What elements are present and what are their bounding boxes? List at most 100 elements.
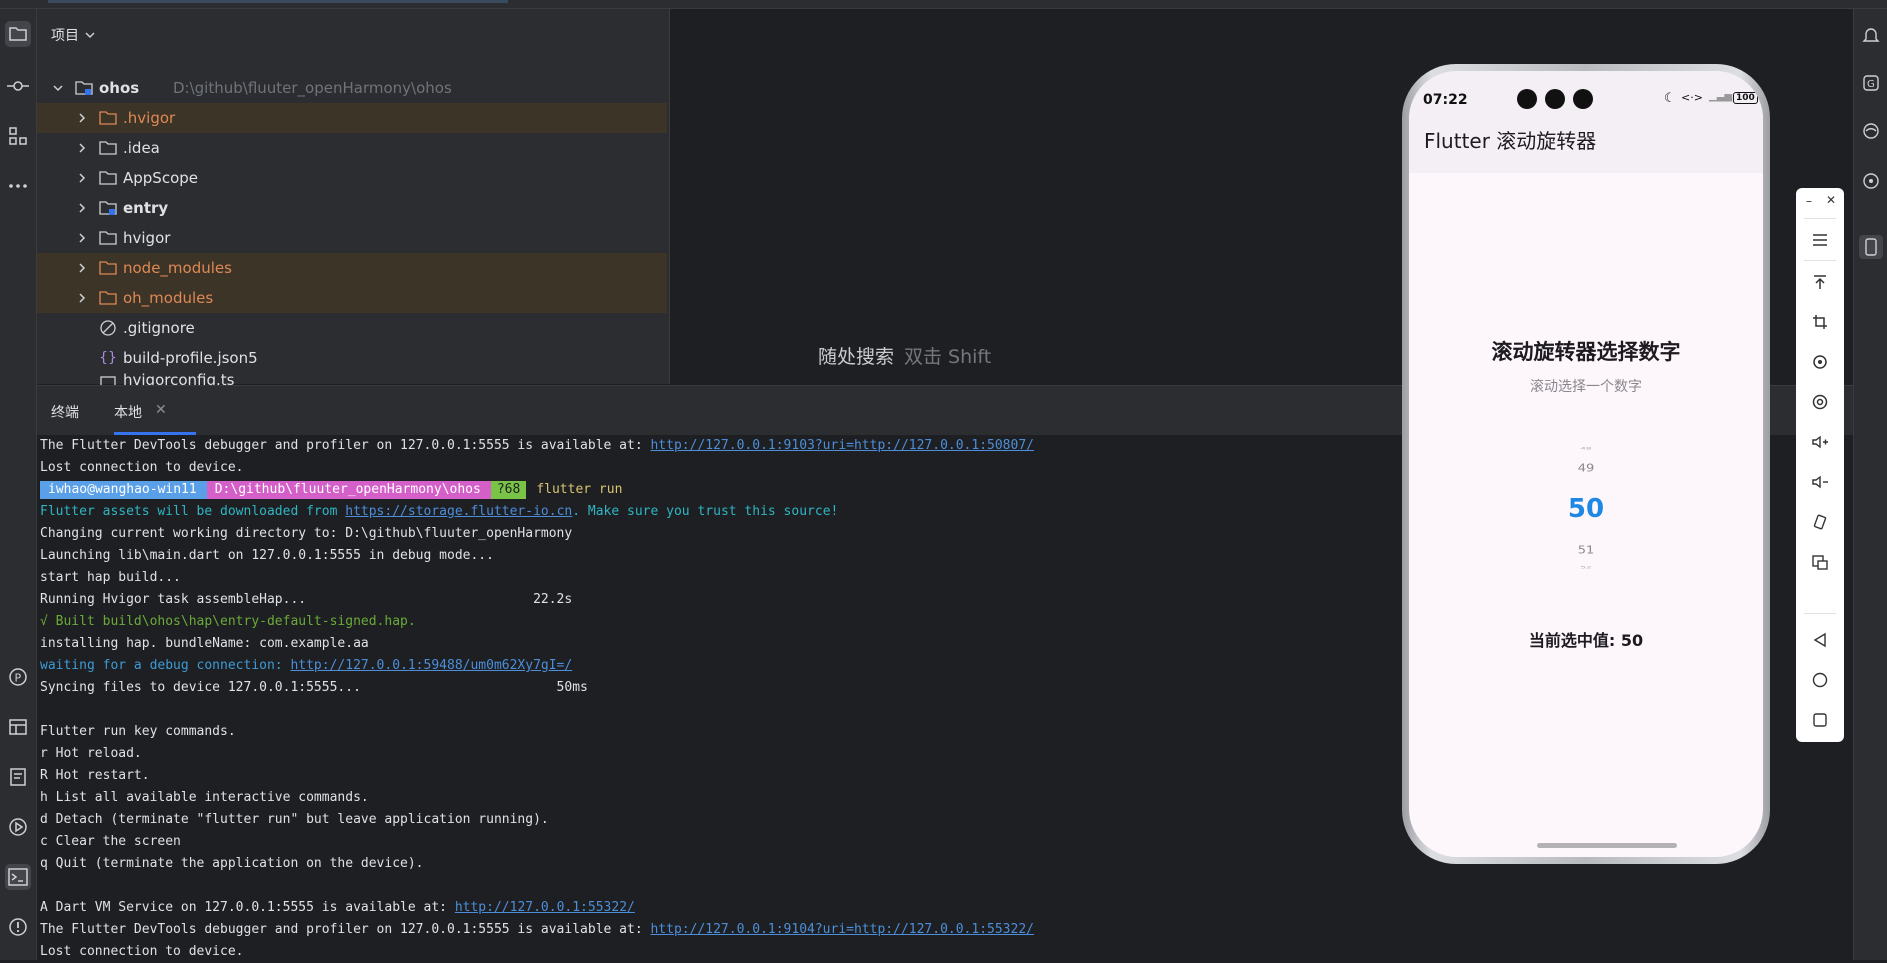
prompt-command: flutter run	[536, 482, 623, 497]
device-manager-icon[interactable]	[1859, 169, 1883, 193]
debug-connection-link[interactable]: http://127.0.0.1:59488/um0m62Xy7gI=/	[290, 658, 572, 673]
title-bar	[0, 0, 1887, 9]
screenshot-icon[interactable]	[1808, 550, 1832, 574]
tree-item-folder[interactable]: hvigor	[37, 223, 667, 253]
terminal-line: A Dart VM Service on 127.0.0.1:5555 is a…	[40, 900, 635, 915]
rotate-icon[interactable]	[1808, 350, 1832, 374]
back-icon[interactable]	[1808, 628, 1832, 652]
mirror-link[interactable]: https://storage.flutter-io.cn	[345, 504, 572, 519]
devtools-link[interactable]: http://127.0.0.1:9103?uri=http://127.0.0…	[650, 438, 1034, 453]
close-icon[interactable]: ✕	[1826, 193, 1836, 207]
search-hint-shortcut: 双击 Shift	[904, 346, 992, 368]
device-mirror-icon[interactable]	[1859, 235, 1883, 259]
signal-icon: ▁▃▅	[1709, 91, 1733, 102]
volume-down-icon[interactable]	[1808, 470, 1832, 494]
chevron-down-icon[interactable]	[51, 81, 65, 95]
tree-item-folder[interactable]: AppScope	[37, 163, 667, 193]
search-hint-label: 随处搜索	[818, 346, 895, 368]
prompt-user: iwhao@wanghao-win11	[40, 481, 207, 499]
volume-up-icon[interactable]	[1808, 430, 1832, 454]
tree-item-file[interactable]: {} build-profile.json5	[37, 343, 667, 373]
location-icon[interactable]	[1808, 390, 1832, 414]
ignore-file-icon	[99, 320, 117, 336]
ts-file-icon	[99, 375, 117, 385]
wheel-item[interactable]: 51	[1409, 545, 1763, 557]
recents-icon[interactable]	[1808, 708, 1832, 732]
profiler-icon[interactable]: P	[5, 664, 31, 690]
pin-top-icon[interactable]	[1808, 270, 1832, 294]
tree-item-label: node_modules	[123, 259, 232, 277]
tree-item-label: ohos	[99, 79, 140, 97]
moon-icon: ☾	[1664, 91, 1676, 106]
phone-screen[interactable]: 07:22 ☾ <·> ▁▃▅ 100 Flutter 滚动旋转器 滚动旋转器选…	[1409, 71, 1763, 857]
chevron-right-icon[interactable]	[75, 231, 89, 245]
minimize-icon[interactable]: –	[1806, 194, 1812, 208]
chevron-right-icon[interactable]	[75, 291, 89, 305]
terminal-title: 终端	[51, 405, 79, 421]
tree-item-folder[interactable]: entry	[37, 193, 667, 223]
crop-icon[interactable]	[1808, 310, 1832, 334]
tab-local[interactable]: 本地	[114, 402, 142, 422]
tree-item-folder[interactable]: oh_modules	[37, 283, 667, 313]
menu-icon[interactable]	[1808, 228, 1832, 252]
terminal-line: Syncing files to device 127.0.0.1:5555..…	[40, 680, 588, 695]
tree-item-folder[interactable]: .hvigor	[37, 103, 667, 133]
tree-item-label: .gitignore	[123, 319, 195, 337]
structure-icon[interactable]	[5, 123, 31, 149]
wheel-item[interactable]: 49	[1409, 463, 1763, 475]
rotate-device-icon[interactable]	[1808, 510, 1832, 534]
run-icon[interactable]	[5, 814, 31, 840]
more-icon[interactable]	[5, 173, 31, 199]
prompt-branch: ?68	[490, 481, 527, 499]
terminal-line: R Hot restart.	[40, 768, 150, 783]
gradle-icon[interactable]: G	[1859, 71, 1883, 95]
ai-assistant-icon[interactable]	[1859, 119, 1883, 143]
search-everywhere-hint: 随处搜索 双击 Shift	[818, 342, 991, 369]
terminal-line: The Flutter DevTools debugger and profil…	[40, 922, 1034, 937]
picker-heading: 滚动旋转器选择数字	[1491, 340, 1681, 364]
chevron-right-icon[interactable]	[75, 261, 89, 275]
close-icon[interactable]: ✕	[155, 402, 167, 418]
chevron-right-icon[interactable]	[75, 201, 89, 215]
chevron-right-icon[interactable]	[75, 111, 89, 125]
problems-icon[interactable]	[5, 914, 31, 940]
terminal-prompt: iwhao@wanghao-win11 D:\github\fluuter_ope…	[40, 479, 622, 501]
devtools-link[interactable]: http://127.0.0.1:9104?uri=http://127.0.0…	[650, 922, 1034, 937]
tree-item-label: build-profile.json5	[123, 349, 258, 367]
wheel-selected-item[interactable]: 50	[1409, 494, 1763, 524]
tree-item-label: AppScope	[123, 169, 198, 187]
tree-item-root[interactable]: ohos D:\github\fluuter_openHarmony\ohos	[37, 73, 667, 103]
folder-icon[interactable]	[5, 21, 31, 47]
wheel-item[interactable]: 48	[1409, 447, 1763, 451]
chevron-right-icon[interactable]	[75, 141, 89, 155]
current-value: 当前选中值: 50	[1528, 631, 1644, 650]
tree-item-label: .idea	[123, 139, 160, 157]
notifications-icon[interactable]	[1859, 23, 1883, 47]
log-icon[interactable]	[5, 764, 31, 790]
chevron-down-icon	[85, 27, 95, 43]
commit-icon[interactable]	[5, 73, 31, 99]
home-icon[interactable]	[1808, 668, 1832, 692]
left-tool-window-bar: P	[0, 9, 37, 960]
wheel-item[interactable]: 52	[1409, 566, 1763, 570]
home-indicator[interactable]	[1537, 843, 1677, 848]
layout-icon[interactable]	[5, 714, 31, 740]
tree-item-file[interactable]: hvigorconfig.ts	[37, 373, 667, 385]
tree-item-folder[interactable]: .idea	[37, 133, 667, 163]
terminal-line: waiting for a debug connection: http://1…	[40, 658, 573, 673]
module-folder-icon	[75, 80, 93, 96]
vm-service-link[interactable]: http://127.0.0.1:55322/	[455, 900, 635, 915]
tree-item-label: hvigorconfig.ts	[123, 373, 235, 385]
prompt-path: D:\github\fluuter_openHarmony\ohos	[206, 481, 491, 499]
terminal-icon[interactable]	[5, 864, 31, 890]
chevron-right-icon[interactable]	[75, 171, 89, 185]
camera-icon	[1545, 89, 1565, 109]
svg-text:P: P	[15, 672, 22, 685]
camera-icon	[1517, 89, 1537, 109]
camera-icon	[1573, 89, 1593, 109]
tree-item-label: entry	[123, 199, 169, 217]
dev-mode-icon: <·>	[1681, 91, 1703, 104]
tree-item-folder[interactable]: node_modules	[37, 253, 667, 283]
project-header[interactable]: 项目	[51, 25, 95, 45]
tree-item-file[interactable]: .gitignore	[37, 313, 667, 343]
